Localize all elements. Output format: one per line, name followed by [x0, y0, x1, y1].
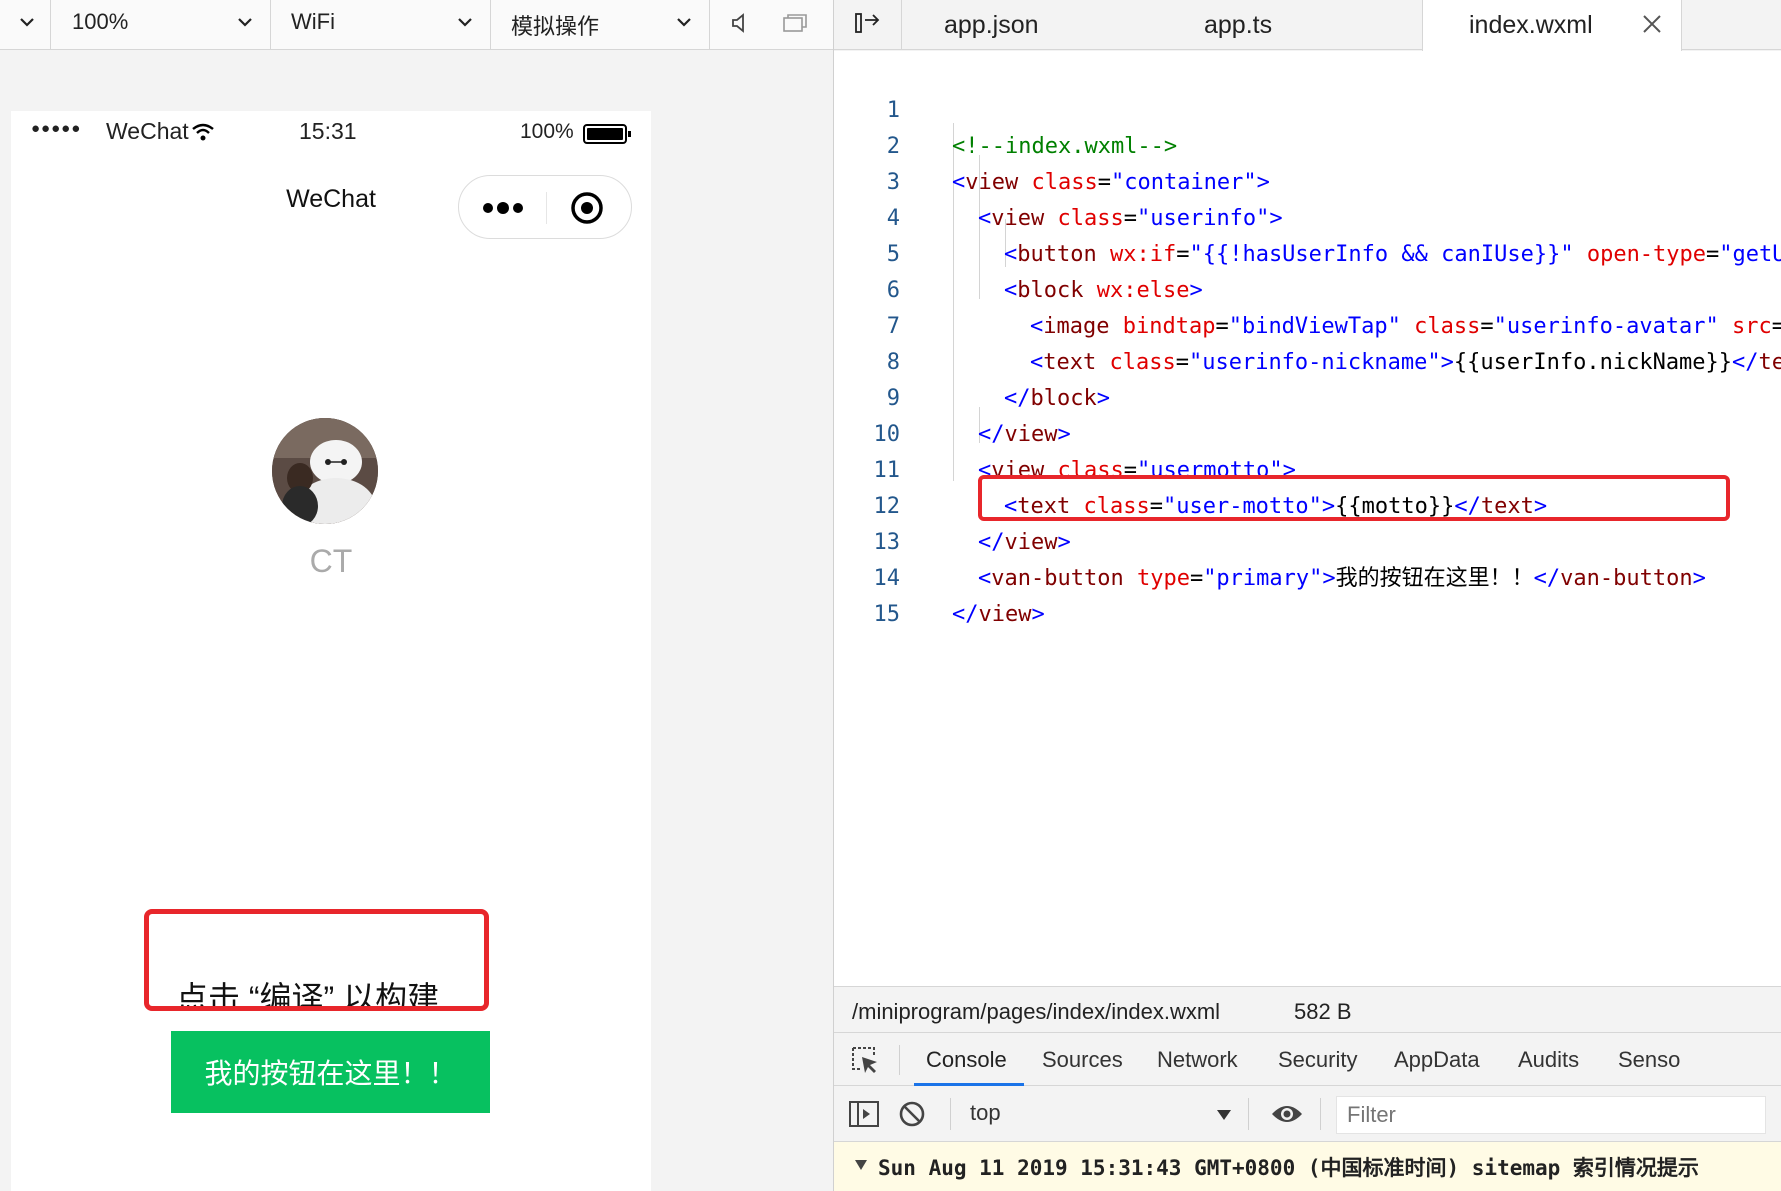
avatar[interactable] — [272, 418, 378, 524]
code-text: </view> — [952, 602, 1045, 627]
code-line: 9 </view> — [834, 345, 1781, 447]
battery-icon — [583, 123, 633, 145]
expand-triangle-icon[interactable] — [854, 1158, 868, 1176]
devtools-tab-sensor[interactable]: Senso — [1618, 1047, 1680, 1073]
network-value: WiFi — [291, 9, 335, 34]
code-line: 15 — [834, 561, 1781, 627]
eye-icon — [1270, 1106, 1304, 1130]
chevron-down-icon — [458, 15, 472, 29]
tab-index-wxml[interactable]: index.wxml — [1422, 0, 1682, 51]
battery-percent: 100% — [520, 120, 574, 143]
code-line: 5 <block wx:else> — [834, 201, 1781, 303]
tab-label: index.wxml — [1469, 11, 1593, 39]
code-line-highlight — [978, 475, 1730, 521]
code-line: 2 <view class="container"> — [834, 93, 1781, 195]
code-line: 3 <view class="userinfo"> — [834, 129, 1781, 231]
zoom-value: 100% — [72, 9, 129, 34]
device-dropdown[interactable] — [0, 0, 51, 50]
toolbar-separator — [899, 1045, 900, 1075]
tab-app-json[interactable]: app.json — [944, 0, 1039, 50]
devtools-tab-security[interactable]: Security — [1278, 1047, 1357, 1073]
console-log-entry[interactable]: Sun Aug 11 2019 15:31:43 GMT+0800 (中国标准时… — [834, 1142, 1781, 1191]
toolbar-separator — [1248, 1098, 1249, 1130]
devtools-tab-appdata[interactable]: AppData — [1394, 1047, 1480, 1073]
log-message: Sun Aug 11 2019 15:31:43 GMT+0800 (中国标准时… — [878, 1156, 1699, 1180]
cursor-select-icon — [850, 1047, 880, 1079]
speaker-icon — [731, 12, 749, 38]
file-info-bar: /miniprogram/pages/index/index.wxml 582 … — [834, 986, 1781, 1032]
tab-app-ts[interactable]: app.ts — [1204, 0, 1272, 50]
toolbar-separator — [950, 1098, 951, 1130]
inspect-element-button[interactable] — [850, 1045, 880, 1080]
live-expression-button[interactable] — [1270, 1102, 1304, 1131]
panel-toggle-icon — [854, 11, 882, 40]
devtools-tab-audits[interactable]: Audits — [1518, 1047, 1579, 1073]
show-sidebar-button[interactable] — [848, 1100, 880, 1133]
close-icon[interactable] — [1641, 13, 1663, 42]
devtools-tab-network[interactable]: Network — [1157, 1047, 1238, 1073]
chevron-down-icon — [677, 15, 691, 29]
status-time: 15:31 — [299, 118, 357, 144]
close-miniprogram-icon[interactable] — [569, 190, 605, 231]
operation-dropdown[interactable]: 模拟操作 — [491, 0, 710, 50]
console-filter-input[interactable] — [1336, 1096, 1766, 1134]
window-icon — [783, 13, 807, 38]
sidebar-toggle-icon — [848, 1101, 880, 1132]
capsule-divider — [546, 192, 547, 224]
more-icon[interactable] — [481, 188, 527, 233]
code-line: 7 <text class="userinfo-nickname">{{user… — [834, 273, 1781, 375]
wifi-icon — [191, 120, 215, 147]
devtools-tab-sources[interactable]: Sources — [1042, 1047, 1123, 1073]
network-dropdown[interactable]: WiFi — [271, 0, 491, 50]
navigation-bar: WeChat — [11, 163, 651, 239]
block-icon — [898, 1101, 926, 1132]
code-line: 6 <image bindtap="bindViewTap" class="us… — [834, 237, 1781, 339]
van-primary-button[interactable]: 我的按钮在这里！！ — [171, 1031, 490, 1113]
line-number: 15 — [873, 602, 901, 627]
zoom-dropdown[interactable]: 100% — [51, 0, 271, 50]
toolbar-separator — [1320, 1098, 1321, 1130]
code-line: 14 </view> — [834, 525, 1781, 627]
editor-tabs: app.json app.ts index.wxml — [834, 0, 1781, 51]
phone-button-highlight — [144, 909, 489, 1011]
clear-console-button[interactable] — [898, 1100, 926, 1133]
code-line: 10 <view class="usermotto"> — [834, 381, 1781, 483]
operation-value: 模拟操作 — [511, 14, 600, 39]
signal-indicator: ●●●●● — [31, 120, 82, 137]
mute-button[interactable] — [710, 0, 770, 50]
simulator-toolbar: 100% WiFi 模拟操作 — [0, 0, 833, 50]
file-path: /miniprogram/pages/index/index.wxml — [852, 999, 1221, 1024]
status-bar: ●●●●● WeChat 15:31 100% — [11, 111, 651, 151]
dropdown-arrow-icon[interactable] — [1216, 1108, 1232, 1126]
devtools-tabs: Console Sources Network Security AppData… — [834, 1032, 1781, 1086]
file-size: 582 B — [1294, 999, 1352, 1024]
devtools-tab-console[interactable]: Console — [926, 1047, 1007, 1073]
context-selector[interactable]: top — [970, 1100, 1001, 1126]
code-line: 4 <button wx:if="{{!hasUserInfo && canIU… — [834, 165, 1781, 267]
carrier-name: WeChat — [106, 118, 189, 144]
console-toolbar: top — [834, 1086, 1781, 1142]
code-line: 11 <text class="user-motto">{{motto}}</t… — [834, 417, 1781, 519]
chevron-down-icon — [20, 15, 34, 29]
user-nickname: CT — [309, 543, 353, 579]
code-line: 1 <!--index.wxml--> — [834, 57, 1781, 159]
toggle-tree-button[interactable] — [834, 0, 902, 50]
window-mode-button[interactable] — [770, 0, 820, 50]
phone-simulator: ●●●●● WeChat 15:31 100% WeChat CT 点击 “编译… — [11, 111, 651, 1191]
code-line: 8 </block> — [834, 309, 1781, 411]
capsule-menu — [458, 175, 632, 239]
chevron-down-icon — [238, 15, 252, 29]
